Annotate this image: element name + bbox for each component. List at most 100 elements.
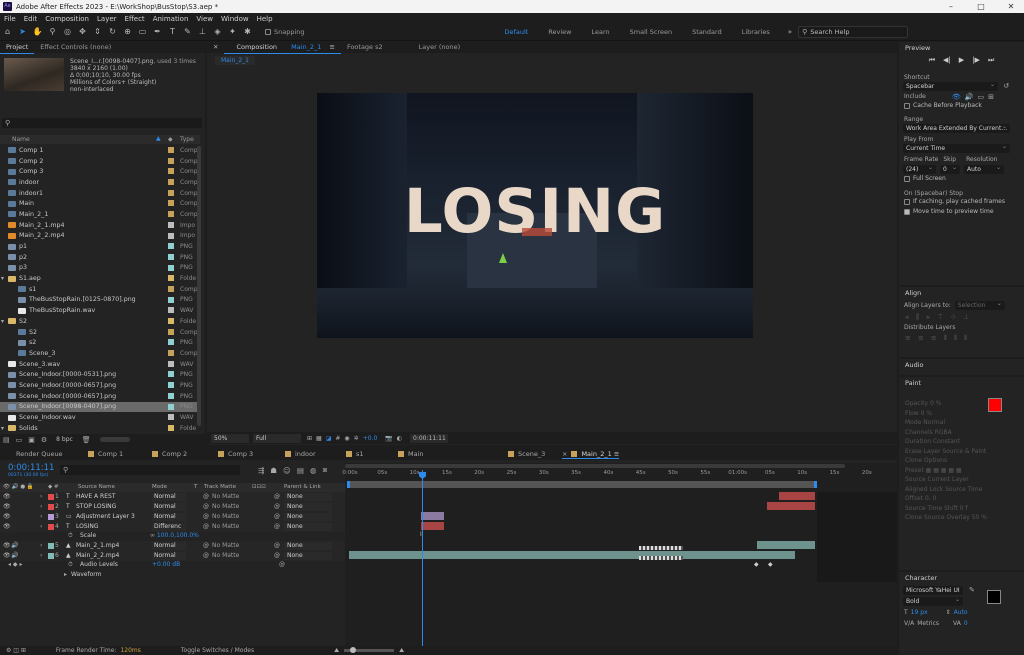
- project-item[interactable]: s1 Comp: [0, 284, 200, 295]
- workspace-small-screen[interactable]: Small Screen: [620, 28, 682, 36]
- tab-main[interactable]: Main: [398, 449, 424, 459]
- dist-bottom-icon[interactable]: ≡: [931, 334, 937, 342]
- workspace-libraries[interactable]: Libraries: [732, 28, 780, 36]
- project-item[interactable]: ▾ Solids Folde: [0, 423, 200, 434]
- tab-scene-3[interactable]: Scene_3: [508, 449, 545, 459]
- project-item[interactable]: s2 PNG: [0, 337, 200, 348]
- move-time-row[interactable]: Move time to preview time: [899, 208, 1024, 218]
- project-search[interactable]: ⚲: [2, 118, 202, 128]
- layer-label-color[interactable]: [48, 543, 54, 549]
- twirl-icon[interactable]: ›: [40, 542, 42, 549]
- puppet-tool-icon[interactable]: ✱: [243, 27, 253, 37]
- clone-stamp-tool-icon[interactable]: ⊥: [198, 27, 208, 37]
- label-color-swatch[interactable]: [168, 253, 174, 260]
- navigator-bar[interactable]: [345, 464, 845, 468]
- matte-pickwhip-icon[interactable]: @: [203, 493, 209, 500]
- minimize-icon[interactable]: –: [936, 0, 966, 13]
- layer-3-bar[interactable]: [421, 512, 444, 520]
- layer-label-color[interactable]: [48, 553, 54, 559]
- rectangle-tool-icon[interactable]: ▭: [138, 27, 148, 37]
- include-layer-icon[interactable]: ⊞: [988, 93, 994, 101]
- maximize-icon[interactable]: □: [966, 0, 996, 13]
- project-item[interactable]: Main_2_1.mp4 Impo: [0, 220, 200, 231]
- guides-icon[interactable]: #: [335, 435, 340, 442]
- close-icon[interactable]: ✕: [996, 0, 1024, 13]
- play-icon[interactable]: ▶: [959, 56, 964, 64]
- project-item[interactable]: S2 Comp: [0, 327, 200, 338]
- menu-help[interactable]: Help: [253, 15, 277, 23]
- dist-hcenter-icon[interactable]: ⦀: [954, 334, 957, 343]
- twirl-icon[interactable]: ▾: [1, 275, 4, 282]
- workspace-learn[interactable]: Learn: [582, 28, 620, 36]
- col-parent-link[interactable]: Parent & Link: [284, 484, 321, 490]
- label-color-swatch[interactable]: [168, 157, 174, 164]
- project-item[interactable]: Main_2_1 Comp: [0, 209, 200, 220]
- first-frame-icon[interactable]: ⏮: [929, 56, 935, 65]
- time-ruler[interactable]: 0:00s 05s 10s 15s 20s 25s 30s 35s 40s 45s 50s 55s 01…: [342, 470, 897, 479]
- layer-row[interactable]: 👁 › 3 ▭ Adjustment Layer 3 Normal @ No Matte @ No…: [0, 512, 345, 522]
- channels-value[interactable]: RGBA: [935, 429, 952, 436]
- dolly-tool-icon[interactable]: ⇕: [93, 27, 103, 37]
- layer-5-bar[interactable]: [757, 541, 815, 549]
- draft-3d-icon[interactable]: ☗: [270, 466, 277, 475]
- frame-rate-dropdown[interactable]: (24): [903, 163, 936, 174]
- prev-frame-icon[interactable]: ◀|: [943, 56, 951, 64]
- transparency-grid-icon[interactable]: ▦: [316, 435, 322, 442]
- motion-blur-icon[interactable]: ◍: [310, 466, 317, 475]
- blend-mode-dropdown[interactable]: Normal: [152, 551, 186, 560]
- thumbnail-slider[interactable]: [99, 437, 130, 442]
- duration-value[interactable]: Constant: [933, 438, 960, 445]
- visibility-icon[interactable]: 👁: [3, 513, 11, 520]
- visibility-icon[interactable]: 👁: [3, 503, 11, 510]
- col-mode[interactable]: Mode: [152, 484, 167, 490]
- zoom-in-icon[interactable]: ⛰: [399, 647, 404, 655]
- menu-window[interactable]: Window: [217, 15, 253, 23]
- project-item[interactable]: Scene_Indoor.[0000-0531].png PNG: [0, 369, 200, 380]
- col-track-matte[interactable]: Track Matte: [204, 484, 236, 490]
- toggle-switches-modes[interactable]: Toggle Switches / Modes: [181, 647, 254, 654]
- project-item[interactable]: Comp 3 Comp: [0, 166, 200, 177]
- home-icon[interactable]: ⌂: [3, 27, 13, 37]
- visibility-icon[interactable]: 👁: [3, 542, 11, 549]
- project-item[interactable]: indoor Comp: [0, 177, 200, 188]
- project-item[interactable]: Scene_Indoor.[0000-0657].png PNG: [0, 391, 200, 402]
- label-color-swatch[interactable]: [168, 392, 174, 399]
- audio-pickwhip-icon[interactable]: @: [279, 561, 285, 568]
- erase-value[interactable]: Layer Source & Paint: [924, 448, 987, 455]
- include-overlay-icon[interactable]: ▭: [977, 93, 984, 101]
- label-color-swatch[interactable]: [168, 275, 174, 282]
- project-settings-icon[interactable]: ⚙: [41, 436, 47, 444]
- source-time-shift-value[interactable]: 0 f: [960, 505, 968, 512]
- tab-comp-2[interactable]: Comp 2: [152, 449, 187, 459]
- label-color-swatch[interactable]: [168, 285, 174, 292]
- workspace-overflow-icon[interactable]: »: [788, 28, 792, 36]
- dist-right-icon[interactable]: ⦀: [964, 334, 967, 343]
- col-t[interactable]: T: [194, 484, 197, 490]
- aligned-label[interactable]: Aligned: [905, 486, 928, 493]
- label-color-swatch[interactable]: [168, 403, 174, 410]
- pen-tool-icon[interactable]: ✒: [153, 27, 163, 37]
- frame-blend-icon[interactable]: ▤: [297, 466, 304, 475]
- viewer-timecode[interactable]: 0:00:11:11: [410, 433, 448, 443]
- layer-row[interactable]: 👁 🔊 › 5 ▲ Main_2_1.mp4 Normal @ No Matte @ None: [0, 541, 345, 551]
- align-to-dropdown[interactable]: Selection: [954, 299, 1005, 310]
- dist-vcenter-icon[interactable]: ≡: [918, 334, 924, 342]
- clone-overlay-value[interactable]: 50 %: [972, 514, 987, 521]
- layer-name[interactable]: STOP LOSING: [76, 503, 151, 510]
- parent-pickwhip-icon[interactable]: @: [274, 513, 280, 520]
- label-color-swatch[interactable]: [168, 200, 174, 207]
- search-input[interactable]: Search Help: [810, 28, 849, 36]
- footer-icons[interactable]: ⚙ ◫ ⊞: [6, 647, 26, 654]
- tab-footage[interactable]: Footage s2: [341, 42, 389, 53]
- project-item[interactable]: indoor1 Comp: [0, 188, 200, 199]
- zoom-out-icon[interactable]: ⛰: [334, 647, 339, 655]
- label-color-swatch[interactable]: [168, 168, 174, 175]
- tab-effect-controls[interactable]: Effect Controls (none): [34, 42, 117, 53]
- comp-flowchart-icon[interactable]: ⇶: [258, 466, 264, 475]
- menu-edit[interactable]: Edit: [20, 15, 42, 23]
- col-source-name[interactable]: Source Name: [78, 484, 115, 490]
- track-matte-dropdown[interactable]: No Matte: [212, 513, 248, 520]
- orbit-tool-icon[interactable]: ◎: [63, 27, 73, 37]
- project-item[interactable]: ▾ S1.aep Folde: [0, 273, 200, 284]
- track-matte-dropdown[interactable]: No Matte: [212, 552, 248, 559]
